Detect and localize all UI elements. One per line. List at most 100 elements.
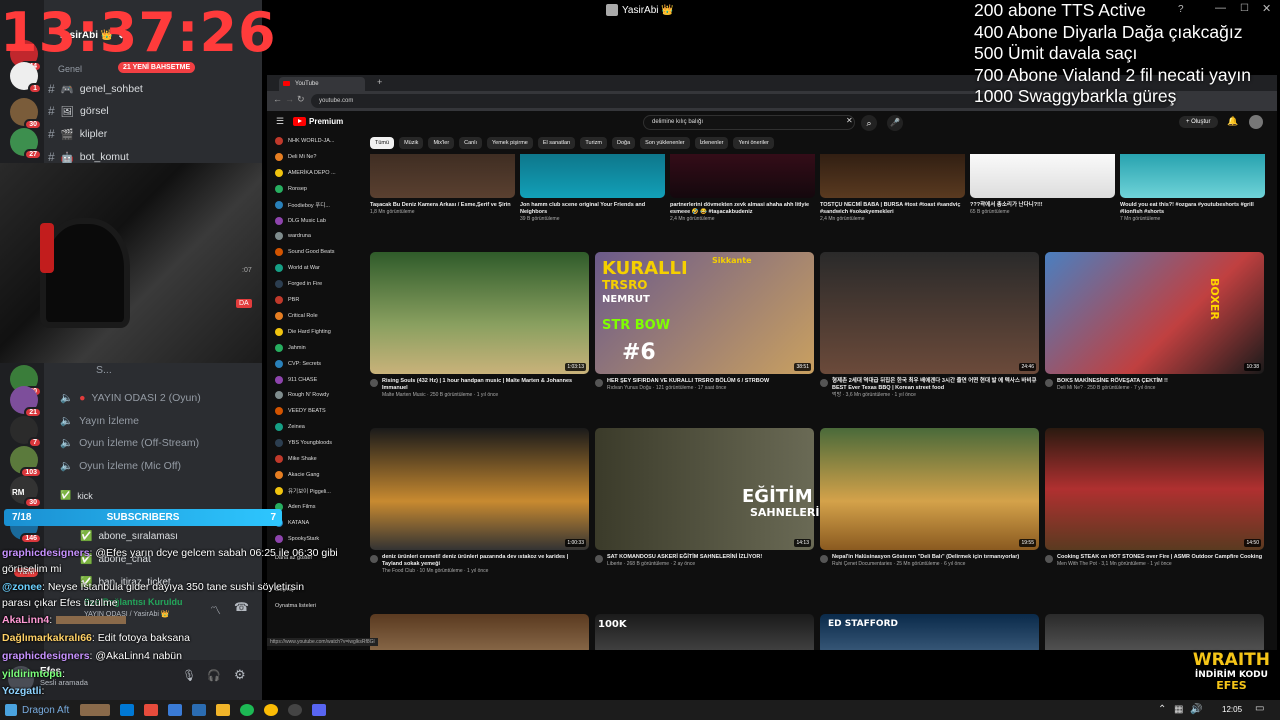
chip[interactable]: Turizm [580, 137, 607, 149]
video-thumbnail[interactable]: 1:03:13 [370, 252, 589, 374]
channel-bot[interactable]: # 🤖 bot_komut [48, 150, 129, 164]
chip[interactable]: Doğa [612, 137, 636, 149]
notifications-icon[interactable]: 🔔 [1227, 116, 1238, 127]
noise-suppression-icon[interactable]: 〽 [210, 602, 221, 618]
chip[interactable]: Mix'ler [428, 137, 455, 149]
menu-icon[interactable]: ☰ [276, 116, 284, 127]
channel-kick[interactable]: ✅ kick [60, 490, 93, 501]
browser-tab[interactable]: YouTube [279, 77, 365, 91]
subscription-item[interactable]: World at War [275, 264, 320, 273]
settings-gear-icon[interactable]: ⚙ [234, 667, 246, 683]
server-icon[interactable]: 30 [10, 98, 42, 130]
channel-avatar[interactable] [1045, 379, 1053, 387]
discord-icon[interactable] [312, 704, 327, 716]
server-icon[interactable]: 7 [10, 416, 42, 448]
video-thumbnail[interactable] [595, 614, 814, 650]
subscription-item[interactable]: Rough N' Rowdy [275, 391, 329, 400]
subscription-item[interactable]: Sound Good Beats [275, 248, 334, 257]
app-icon[interactable] [168, 704, 183, 716]
chip[interactable]: El sanatları [537, 137, 576, 149]
chip[interactable]: Tümü [370, 137, 395, 149]
subscription-item[interactable]: CVP: Secrets [275, 359, 321, 368]
video-card[interactable]: 14:50 Cooking STEAK on HOT STONES over Fi… [1045, 428, 1264, 568]
video-thumbnail[interactable] [1045, 614, 1264, 650]
chip[interactable]: İzlenenler [694, 137, 729, 149]
channel-avatar[interactable] [1045, 555, 1053, 563]
chip[interactable]: Yemek pişirme [487, 137, 533, 149]
video-thumbnail[interactable]: 10:38 [1045, 252, 1264, 374]
server-icon[interactable]: 27 [10, 128, 42, 160]
video-thumbnail[interactable] [520, 154, 665, 198]
channel-abone-siralama[interactable]: ✅ abone_sıralaması [80, 531, 178, 542]
video-title[interactable]: Taşacak Bu Deniz Kamera Arkası / Esme,Şe… [370, 202, 515, 209]
video-title[interactable]: Cooking STEAK on HOT STONES over Fire | … [1045, 554, 1264, 563]
subscription-item[interactable]: Deli Mi Ne? [275, 152, 316, 161]
video-title[interactable]: deniz ürünleri cenneti! deniz ürünleri p… [370, 554, 589, 568]
start-icon[interactable] [5, 704, 17, 716]
volume-icon[interactable]: 🔊 [1190, 704, 1202, 715]
subscription-item[interactable]: Akacie Gang [275, 470, 320, 479]
chip[interactable]: Müzik [399, 137, 424, 149]
clear-search-icon[interactable]: ✕ [846, 116, 853, 125]
video-title[interactable]: 형제촌 2세대 역대급 뒤집은 한국 최우 배에겐다 3시간 줄연 어떤 현대 … [820, 378, 1039, 392]
channel-category[interactable]: Genel [58, 64, 82, 74]
clock-time[interactable]: 12:05 [1222, 705, 1242, 714]
video-title[interactable]: ???곽에서 총소리가 난다니?!!! [970, 202, 1115, 209]
new-tab-icon[interactable]: + [377, 77, 382, 87]
video-title[interactable]: BOKS MAKİNESİNE RÖVEŞATA ÇEKTİM !! [1045, 378, 1264, 387]
subscription-item[interactable]: SpookyStark [275, 534, 319, 543]
voice-channel-izleme[interactable]: 🔈 Yayın İzleme [60, 414, 139, 428]
channel-avatar[interactable] [595, 555, 603, 563]
subscription-item[interactable]: YBS Youngbloods [275, 439, 332, 448]
subscription-item[interactable]: Forged in Fire [275, 280, 322, 289]
channel-gorsel[interactable]: # 🖼 görsel [48, 104, 109, 118]
video-thumbnail[interactable] [670, 154, 815, 198]
app-icon[interactable] [192, 704, 207, 716]
search-icon[interactable]: ⌕ [861, 115, 877, 131]
voice-channel-micoff[interactable]: 🔈 Oyun İzleme (Mic Off) [60, 459, 181, 473]
back-icon[interactable]: ← [273, 94, 282, 104]
video-card[interactable]: 1:03:13 Rising Souls (432 Hz) | 1 hour ha… [370, 252, 589, 399]
video-thumbnail[interactable]: 24:46 [820, 252, 1039, 374]
edge-icon[interactable] [120, 704, 135, 716]
video-thumbnail[interactable]: 19:55 [820, 428, 1039, 550]
app-icon[interactable] [144, 704, 159, 716]
server-icon[interactable]: 1 [10, 62, 42, 94]
chip[interactable]: Canlı [459, 137, 482, 149]
video-card[interactable]: partnerlerini dövmekten zevk almasi ahah… [670, 154, 815, 223]
video-title[interactable]: Rising Souls (432 Hz) | 1 hour handpan m… [370, 378, 589, 392]
sidebar-link[interactable]: Oynatma listeleri [275, 603, 316, 609]
notification-center-icon[interactable]: ▭ [1255, 703, 1264, 714]
video-thumbnail[interactable]: 1:00:33 [370, 428, 589, 550]
video-card[interactable]: Taşacak Bu Deniz Kamera Arkası / Esme,Şe… [370, 154, 515, 216]
video-card[interactable]: 24:46 형제촌 2세대 역대급 뒤집은 한국 최우 배에겐다 3시간 줄연 어… [820, 252, 1039, 399]
video-thumbnail[interactable] [1120, 154, 1265, 198]
forward-icon[interactable]: → [285, 94, 294, 104]
subscription-item[interactable]: AMERİKA DEPO ... [275, 168, 336, 177]
subscription-item[interactable]: Mike Shake [275, 455, 317, 463]
chip[interactable]: Yeni öneriler [733, 137, 774, 149]
network-icon[interactable]: ▦ [1174, 704, 1183, 715]
account-avatar[interactable] [1249, 115, 1263, 129]
tray-chevron-icon[interactable]: ⌃ [1158, 704, 1166, 715]
voice-channel-offstream[interactable]: 🔈 Oyun İzleme (Off-Stream) [60, 436, 199, 450]
video-title[interactable]: partnerlerini dövmekten zevk almasi ahah… [670, 202, 815, 216]
subscription-item[interactable]: PBR [275, 296, 299, 304]
server-icon[interactable]: 21 [10, 386, 42, 418]
video-thumbnail[interactable] [970, 154, 1115, 198]
subscription-item[interactable]: wardruna [275, 232, 311, 241]
video-thumbnail[interactable] [370, 154, 515, 198]
microphone-icon[interactable]: 🎙 [182, 669, 196, 682]
video-thumbnail[interactable] [820, 154, 965, 198]
video-card[interactable]: Jon hamm club scene original Your Friend… [520, 154, 665, 223]
subscription-item[interactable]: Die Hard Fighting [275, 327, 331, 336]
video-thumbnail[interactable]: 14:50 [1045, 428, 1264, 550]
channel-avatar[interactable] [370, 555, 378, 563]
video-title[interactable]: SAT KOMANDOSU ASKERİ EĞİTİM SAHNELERİNİ … [595, 554, 814, 563]
video-title[interactable]: TOSTÇU NECMİ BABA | BURSA #tost #toast #… [820, 202, 965, 216]
channel-genel[interactable]: # 🎮 genel_sohbet [48, 82, 143, 96]
video-card[interactable]: 19:55 Nepal'in Halüsinasyon Gösteren "Del… [820, 428, 1039, 568]
youtube-logo[interactable]: Premium [293, 117, 343, 126]
channel-klipler[interactable]: # 🎬 klipler [48, 127, 107, 141]
video-card[interactable]: 10:38 BOKS MAKİNESİNE RÖVEŞATA ÇEKTİM !! D… [1045, 252, 1264, 392]
